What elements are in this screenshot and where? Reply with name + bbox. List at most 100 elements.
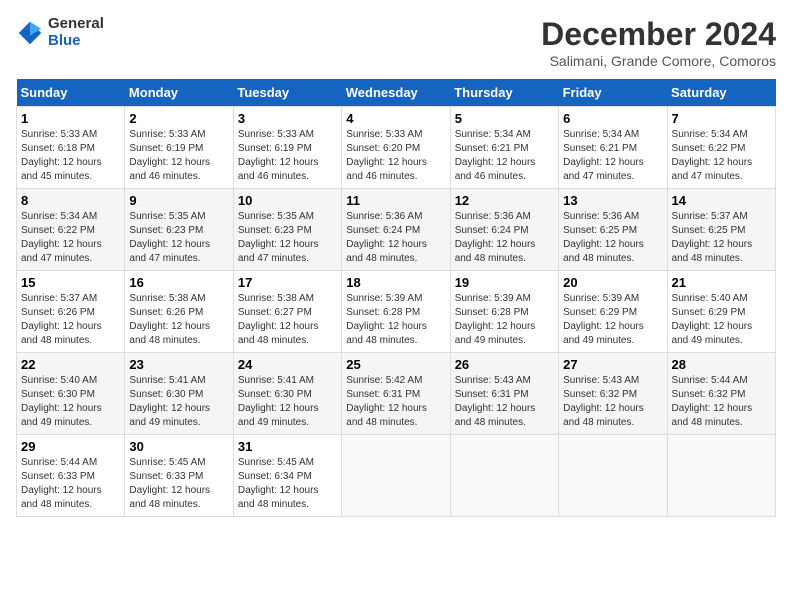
day-number: 20 xyxy=(563,275,662,290)
calendar-cell: 12Sunrise: 5:36 AMSunset: 6:24 PMDayligh… xyxy=(450,189,558,271)
calendar-cell: 3 Sunrise: 5:33 AMSunset: 6:19 PMDaylight… xyxy=(233,107,341,189)
day-number: 15 xyxy=(21,275,120,290)
calendar-cell: 27 Sunrise: 5:43 AMSunset: 6:32 PMDayligh… xyxy=(559,353,667,435)
day-number: 6 xyxy=(563,111,662,126)
col-friday: Friday xyxy=(559,79,667,107)
calendar-row: 22 Sunrise: 5:40 AMSunset: 6:30 PMDayligh… xyxy=(17,353,776,435)
calendar-cell: 1 Sunrise: 5:33 AMSunset: 6:18 PMDaylight… xyxy=(17,107,125,189)
calendar-cell: 31 Sunrise: 5:45 AMSunset: 6:34 PMDayligh… xyxy=(233,435,341,517)
day-number: 31 xyxy=(238,439,337,454)
day-number: 26 xyxy=(455,357,554,372)
day-info: Sunrise: 5:33 AMSunset: 6:20 PMDaylight:… xyxy=(346,128,445,184)
calendar-cell: 30Sunrise: 5:45 AMSunset: 6:33 PMDayligh… xyxy=(125,435,233,517)
day-info: Sunrise: 5:38 AMSunset: 6:26 PMDaylight:… xyxy=(129,292,228,348)
day-info: Sunrise: 5:35 AMSunset: 6:23 PMDaylight:… xyxy=(129,210,228,266)
day-info: Sunrise: 5:36 AMSunset: 6:24 PMDaylight:… xyxy=(346,210,445,266)
day-number: 28 xyxy=(672,357,771,372)
day-info: Sunrise: 5:45 AMSunset: 6:33 PMDaylight:… xyxy=(129,456,228,512)
day-number: 14 xyxy=(672,193,771,208)
day-info: Sunrise: 5:45 AMSunset: 6:34 PMDaylight:… xyxy=(238,456,337,512)
calendar-cell: 14 Sunrise: 5:37 AMSunset: 6:25 PMDayligh… xyxy=(667,189,775,271)
day-number: 16 xyxy=(129,275,228,290)
calendar-cell xyxy=(450,435,558,517)
day-number: 5 xyxy=(455,111,554,126)
calendar-cell: 10 Sunrise: 5:35 AMSunset: 6:23 PMDayligh… xyxy=(233,189,341,271)
day-number: 3 xyxy=(238,111,337,126)
calendar-row: 15 Sunrise: 5:37 AMSunset: 6:26 PMDayligh… xyxy=(17,271,776,353)
day-info: Sunrise: 5:34 AMSunset: 6:21 PMDaylight:… xyxy=(455,128,554,184)
calendar-cell: 16 Sunrise: 5:38 AMSunset: 6:26 PMDayligh… xyxy=(125,271,233,353)
col-monday: Monday xyxy=(125,79,233,107)
day-info: Sunrise: 5:37 AMSunset: 6:25 PMDaylight:… xyxy=(672,210,771,266)
day-number: 11 xyxy=(346,193,445,208)
day-info: Sunrise: 5:39 AMSunset: 6:28 PMDaylight:… xyxy=(455,292,554,348)
day-info: Sunrise: 5:39 AMSunset: 6:29 PMDaylight:… xyxy=(563,292,662,348)
calendar-cell xyxy=(667,435,775,517)
day-number: 2 xyxy=(129,111,228,126)
day-number: 27 xyxy=(563,357,662,372)
day-number: 10 xyxy=(238,193,337,208)
day-number: 9 xyxy=(129,193,228,208)
calendar-table: Sunday Monday Tuesday Wednesday Thursday… xyxy=(16,79,776,517)
calendar-cell: 5 Sunrise: 5:34 AMSunset: 6:21 PMDaylight… xyxy=(450,107,558,189)
calendar-cell: 28 Sunrise: 5:44 AMSunset: 6:32 PMDayligh… xyxy=(667,353,775,435)
day-info: Sunrise: 5:41 AMSunset: 6:30 PMDaylight:… xyxy=(129,374,228,430)
calendar-cell: 17Sunrise: 5:38 AMSunset: 6:27 PMDayligh… xyxy=(233,271,341,353)
day-number: 29 xyxy=(21,439,120,454)
col-saturday: Saturday xyxy=(667,79,775,107)
calendar-cell: 2Sunrise: 5:33 AMSunset: 6:19 PMDaylight… xyxy=(125,107,233,189)
day-info: Sunrise: 5:40 AMSunset: 6:30 PMDaylight:… xyxy=(21,374,120,430)
main-title: December 2024 xyxy=(541,16,776,53)
day-number: 22 xyxy=(21,357,120,372)
day-info: Sunrise: 5:44 AMSunset: 6:33 PMDaylight:… xyxy=(21,456,120,512)
calendar-cell: 24 Sunrise: 5:41 AMSunset: 6:30 PMDayligh… xyxy=(233,353,341,435)
day-number: 12 xyxy=(455,193,554,208)
calendar-cell xyxy=(342,435,450,517)
col-wednesday: Wednesday xyxy=(342,79,450,107)
calendar-cell: 9 Sunrise: 5:35 AMSunset: 6:23 PMDaylight… xyxy=(125,189,233,271)
logo-icon xyxy=(16,19,44,47)
calendar-cell: 25Sunrise: 5:42 AMSunset: 6:31 PMDayligh… xyxy=(342,353,450,435)
calendar-row: 29 Sunrise: 5:44 AMSunset: 6:33 PMDayligh… xyxy=(17,435,776,517)
day-info: Sunrise: 5:39 AMSunset: 6:28 PMDaylight:… xyxy=(346,292,445,348)
day-info: Sunrise: 5:33 AMSunset: 6:19 PMDaylight:… xyxy=(238,128,337,184)
day-info: Sunrise: 5:34 AMSunset: 6:22 PMDaylight:… xyxy=(21,210,120,266)
day-info: Sunrise: 5:34 AMSunset: 6:22 PMDaylight:… xyxy=(672,128,771,184)
calendar-cell: 13Sunrise: 5:36 AMSunset: 6:25 PMDayligh… xyxy=(559,189,667,271)
day-number: 13 xyxy=(563,193,662,208)
calendar-row: 1 Sunrise: 5:33 AMSunset: 6:18 PMDaylight… xyxy=(17,107,776,189)
day-number: 23 xyxy=(129,357,228,372)
calendar-cell: 20 Sunrise: 5:39 AMSunset: 6:29 PMDayligh… xyxy=(559,271,667,353)
title-block: December 2024 Salimani, Grande Comore, C… xyxy=(541,16,776,69)
day-info: Sunrise: 5:33 AMSunset: 6:18 PMDaylight:… xyxy=(21,128,120,184)
calendar-cell: 23 Sunrise: 5:41 AMSunset: 6:30 PMDayligh… xyxy=(125,353,233,435)
logo-text: General Blue xyxy=(48,16,104,49)
calendar-cell: 7 Sunrise: 5:34 AMSunset: 6:22 PMDaylight… xyxy=(667,107,775,189)
calendar-cell: 8Sunrise: 5:34 AMSunset: 6:22 PMDaylight… xyxy=(17,189,125,271)
day-number: 17 xyxy=(238,275,337,290)
day-number: 21 xyxy=(672,275,771,290)
col-thursday: Thursday xyxy=(450,79,558,107)
subtitle: Salimani, Grande Comore, Comoros xyxy=(541,53,776,69)
calendar-cell: 19Sunrise: 5:39 AMSunset: 6:28 PMDayligh… xyxy=(450,271,558,353)
day-info: Sunrise: 5:40 AMSunset: 6:29 PMDaylight:… xyxy=(672,292,771,348)
calendar-cell: 4 Sunrise: 5:33 AMSunset: 6:20 PMDaylight… xyxy=(342,107,450,189)
calendar-cell: 11 Sunrise: 5:36 AMSunset: 6:24 PMDayligh… xyxy=(342,189,450,271)
day-info: Sunrise: 5:43 AMSunset: 6:32 PMDaylight:… xyxy=(563,374,662,430)
calendar-cell: 26 Sunrise: 5:43 AMSunset: 6:31 PMDayligh… xyxy=(450,353,558,435)
calendar-cell: 18Sunrise: 5:39 AMSunset: 6:28 PMDayligh… xyxy=(342,271,450,353)
day-info: Sunrise: 5:35 AMSunset: 6:23 PMDaylight:… xyxy=(238,210,337,266)
calendar-cell: 29 Sunrise: 5:44 AMSunset: 6:33 PMDayligh… xyxy=(17,435,125,517)
logo: General Blue xyxy=(16,16,104,49)
day-info: Sunrise: 5:43 AMSunset: 6:31 PMDaylight:… xyxy=(455,374,554,430)
day-number: 7 xyxy=(672,111,771,126)
day-number: 1 xyxy=(21,111,120,126)
day-info: Sunrise: 5:44 AMSunset: 6:32 PMDaylight:… xyxy=(672,374,771,430)
day-number: 24 xyxy=(238,357,337,372)
calendar-cell xyxy=(559,435,667,517)
day-info: Sunrise: 5:37 AMSunset: 6:26 PMDaylight:… xyxy=(21,292,120,348)
calendar-cell: 15 Sunrise: 5:37 AMSunset: 6:26 PMDayligh… xyxy=(17,271,125,353)
col-sunday: Sunday xyxy=(17,79,125,107)
day-number: 4 xyxy=(346,111,445,126)
day-info: Sunrise: 5:41 AMSunset: 6:30 PMDaylight:… xyxy=(238,374,337,430)
